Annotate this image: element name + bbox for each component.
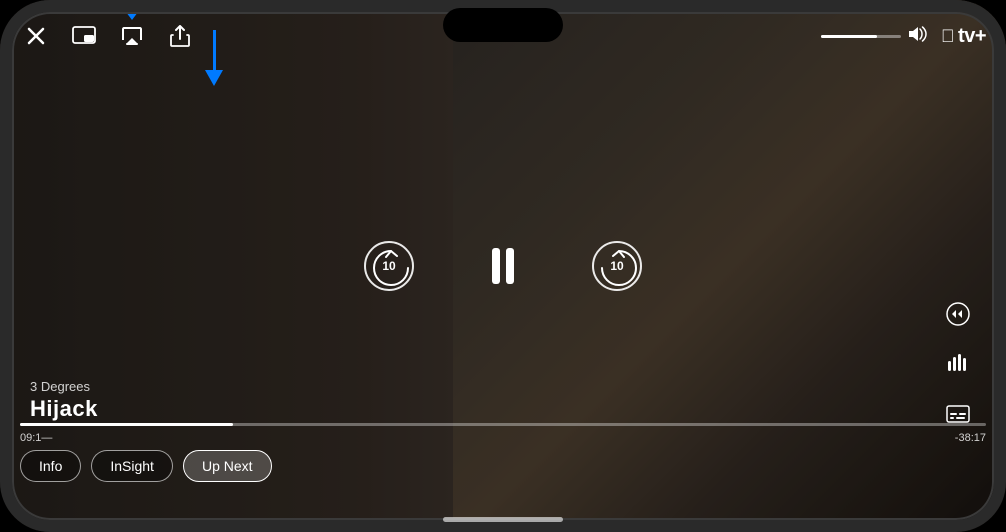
forward-seconds-label: 10 xyxy=(610,259,623,273)
show-title: Hijack xyxy=(30,396,98,422)
rewind-button[interactable]: 10 xyxy=(362,239,416,293)
tab-up-next[interactable]: Up Next xyxy=(183,450,272,482)
right-controls xyxy=(940,296,976,432)
playback-speed-button[interactable] xyxy=(940,296,976,332)
audio-button[interactable] xyxy=(940,346,976,382)
rewind-seconds-label: 10 xyxy=(382,259,395,273)
bottom-tabs: Info InSight Up Next xyxy=(20,450,272,482)
rewind-circle: 10 xyxy=(364,241,414,291)
pip-button[interactable] xyxy=(68,20,100,52)
arrow-shaft xyxy=(213,30,216,70)
playback-controls: 10 10 xyxy=(362,239,644,293)
apple-tv-plus-logo:  tv+ xyxy=(941,25,986,48)
progress-track[interactable] xyxy=(20,423,986,426)
share-button[interactable] xyxy=(164,20,196,52)
close-button[interactable] xyxy=(20,20,52,52)
time-current: 09:1— xyxy=(20,432,52,444)
time-remaining: -38:17 xyxy=(955,432,986,444)
episode-label: 3 Degrees xyxy=(30,379,98,394)
volume-control[interactable] xyxy=(821,35,901,38)
title-info: 3 Degrees Hijack xyxy=(30,379,98,422)
arrow-head xyxy=(205,70,223,86)
progress-container[interactable]: 09:1— -38:17 xyxy=(20,423,986,444)
pause-icon xyxy=(492,248,514,284)
volume-track xyxy=(821,35,901,38)
time-labels: 09:1— -38:17 xyxy=(20,432,986,444)
home-indicator xyxy=(443,517,563,522)
forward-button[interactable]: 10 xyxy=(590,239,644,293)
tv-plus-text: tv+ xyxy=(958,25,986,48)
subtitles-button[interactable] xyxy=(940,396,976,432)
pause-bar-right xyxy=(506,248,514,284)
pause-button[interactable] xyxy=(476,239,530,293)
apple-tv-logo-area:  tv+ xyxy=(821,25,986,48)
phone-container:  tv+ 10 xyxy=(0,0,1006,532)
tab-insight[interactable]: InSight xyxy=(91,450,173,482)
pause-bar-left xyxy=(492,248,500,284)
forward-circle: 10 xyxy=(592,241,642,291)
dynamic-island xyxy=(443,8,563,42)
volume-fill xyxy=(821,35,877,38)
controls-overlay:  tv+ 10 xyxy=(0,0,1006,532)
progress-fill xyxy=(20,423,233,426)
blue-arrow-indicator xyxy=(205,30,223,86)
apple-icon:  xyxy=(941,26,954,47)
airplay-button[interactable] xyxy=(116,20,148,52)
volume-icon xyxy=(907,25,927,48)
tab-info[interactable]: Info xyxy=(20,450,81,482)
